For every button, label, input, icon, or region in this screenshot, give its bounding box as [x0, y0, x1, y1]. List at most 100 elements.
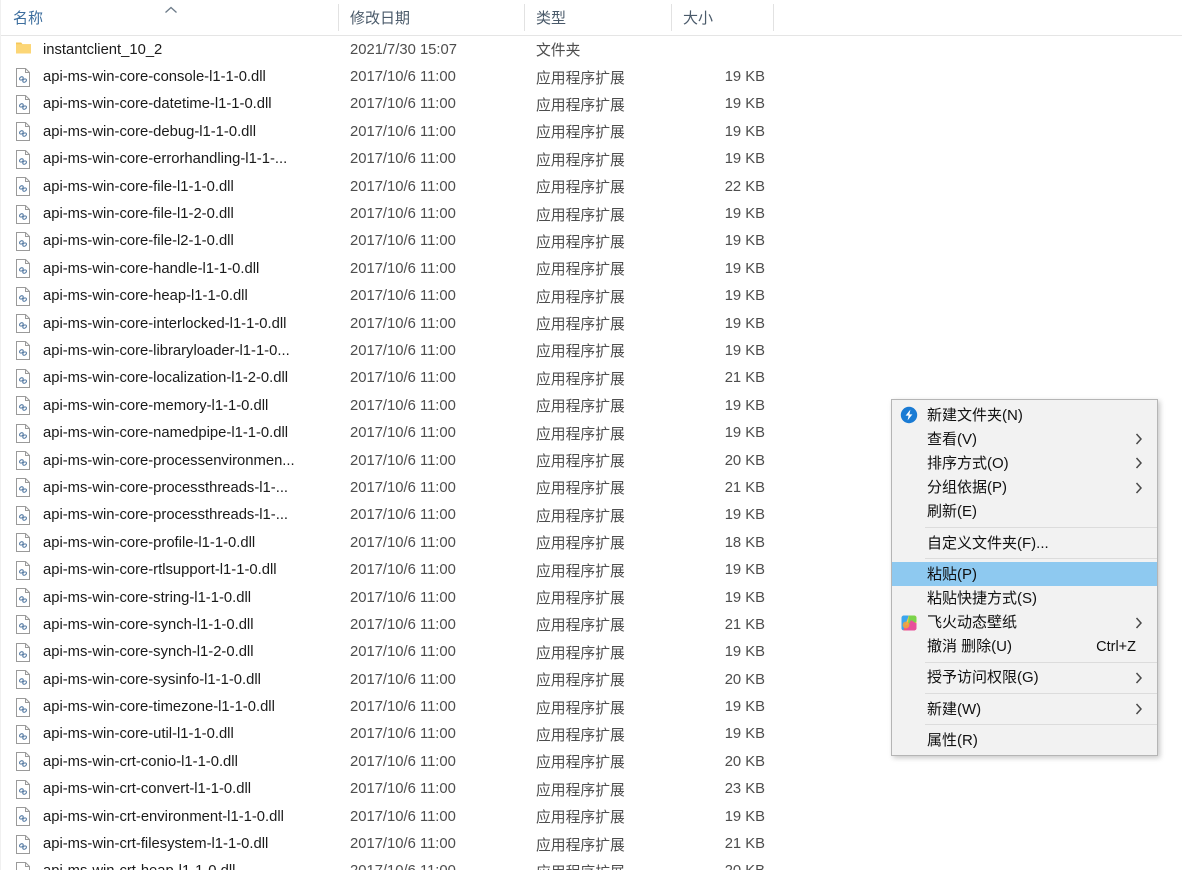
file-size-cell: 19 KB: [724, 342, 765, 359]
file-modified-cell: 2017/10/6 11:00: [350, 342, 456, 359]
file-size-cell: 20 KB: [724, 753, 765, 770]
file-name-cell[interactable]: api-ms-win-core-sysinfo-l1-1-0.dll: [15, 666, 335, 693]
column-header-modified[interactable]: 修改日期: [338, 0, 524, 35]
context-menu-item[interactable]: 排序方式(O): [892, 451, 1157, 475]
context-menu[interactable]: 新建文件夹(N) 查看(V) 排序方式(O) 分组依据(P) 刷新(E) 自定义文件夹(F…: [891, 399, 1158, 757]
file-size-cell: 22 KB: [724, 178, 765, 195]
file-size-cell: 21 KB: [724, 370, 765, 387]
file-row[interactable]: instantclient_10_2 2021/7/30 15:07 文件夹: [1, 36, 1182, 63]
file-size-cell: 23 KB: [724, 781, 765, 798]
file-name-label: api-ms-win-core-errorhandling-l1-1-...: [43, 151, 288, 168]
dll-file-icon: [15, 724, 32, 744]
context-menu-item[interactable]: 授予访问权限(G): [892, 666, 1157, 690]
file-name-cell[interactable]: api-ms-win-core-interlocked-l1-1-0.dll: [15, 310, 335, 337]
context-menu-item[interactable]: 属性(R): [892, 728, 1157, 752]
file-row[interactable]: api-ms-win-crt-filesystem-l1-1-0.dll 2017…: [1, 830, 1182, 857]
dll-file-icon: [15, 588, 32, 607]
file-name-cell[interactable]: api-ms-win-core-processenvironmen...: [15, 447, 335, 474]
file-name-cell[interactable]: api-ms-win-core-util-l1-1-0.dll: [15, 721, 335, 748]
context-menu-item[interactable]: 新建文件夹(N): [892, 403, 1157, 427]
file-name-cell[interactable]: api-ms-win-core-handle-l1-1-0.dll: [15, 255, 335, 282]
file-name-cell[interactable]: api-ms-win-crt-convert-l1-1-0.dll: [15, 776, 335, 803]
file-name-cell[interactable]: api-ms-win-core-rtlsupport-l1-1-0.dll: [15, 556, 335, 583]
file-row[interactable]: api-ms-win-core-heap-l1-1-0.dll 2017/10/6…: [1, 283, 1182, 310]
file-modified-cell: 2017/10/6 11:00: [350, 479, 456, 496]
file-name-label: api-ms-win-crt-filesystem-l1-1-0.dll: [43, 836, 269, 853]
file-row[interactable]: api-ms-win-core-localization-l1-2-0.dll 2…: [1, 365, 1182, 392]
context-menu-item[interactable]: 刷新(E): [892, 500, 1157, 524]
file-row[interactable]: api-ms-win-core-interlocked-l1-1-0.dll 20…: [1, 310, 1182, 337]
file-size-cell: 19 KB: [724, 507, 765, 524]
file-modified-cell: 2017/10/6 11:00: [350, 836, 456, 853]
file-row[interactable]: api-ms-win-core-file-l1-2-0.dll 2017/10/6…: [1, 200, 1182, 227]
file-modified-cell: 2017/10/6 11:00: [350, 206, 456, 223]
file-name-label: api-ms-win-core-processthreads-l1-...: [43, 507, 289, 524]
dll-file-icon: [15, 423, 32, 443]
context-menu-item-label: 排序方式(O): [927, 454, 1009, 472]
file-row[interactable]: api-ms-win-core-file-l1-1-0.dll 2017/10/6…: [1, 173, 1182, 200]
file-name-label: instantclient_10_2: [43, 41, 163, 58]
context-menu-item[interactable]: 查看(V): [892, 427, 1157, 451]
file-size-cell: 18 KB: [724, 534, 765, 551]
file-row[interactable]: api-ms-win-crt-environment-l1-1-0.dll 201…: [1, 803, 1182, 830]
file-name-cell[interactable]: api-ms-win-core-file-l1-1-0.dll: [15, 173, 335, 200]
file-name-cell[interactable]: instantclient_10_2: [15, 36, 335, 63]
context-menu-item[interactable]: 粘贴(P): [892, 562, 1157, 587]
file-name-cell[interactable]: api-ms-win-crt-environment-l1-1-0.dll: [15, 803, 335, 830]
context-menu-item-label: 属性(R): [927, 731, 978, 749]
file-modified-cell: 2017/10/6 11:00: [350, 260, 456, 277]
file-name-cell[interactable]: api-ms-win-core-debug-l1-1-0.dll: [15, 118, 335, 145]
context-menu-item[interactable]: 飞火动态壁纸: [892, 611, 1157, 635]
context-menu-item[interactable]: 自定义文件夹(F)...: [892, 531, 1157, 555]
file-name-cell[interactable]: api-ms-win-core-synch-l1-1-0.dll: [15, 611, 335, 638]
column-header-type[interactable]: 类型: [524, 0, 671, 35]
file-row[interactable]: api-ms-win-core-errorhandling-l1-1-... 20…: [1, 146, 1182, 173]
file-name-cell[interactable]: api-ms-win-core-profile-l1-1-0.dll: [15, 529, 335, 556]
column-header-size[interactable]: 大小: [671, 0, 773, 35]
context-menu-item[interactable]: 粘贴快捷方式(S): [892, 586, 1157, 610]
file-name-label: api-ms-win-core-rtlsupport-l1-1-0.dll: [43, 562, 277, 579]
file-name-cell[interactable]: api-ms-win-core-string-l1-1-0.dll: [15, 584, 335, 611]
file-name-cell[interactable]: api-ms-win-core-datetime-l1-1-0.dll: [15, 91, 335, 118]
file-name-cell[interactable]: api-ms-win-core-localization-l1-2-0.dll: [15, 365, 335, 392]
file-name-cell[interactable]: api-ms-win-core-heap-l1-1-0.dll: [15, 283, 335, 310]
file-name-cell[interactable]: api-ms-win-core-processthreads-l1-...: [15, 502, 335, 529]
context-menu-item[interactable]: 分组依据(P): [892, 476, 1157, 500]
file-row[interactable]: api-ms-win-core-datetime-l1-1-0.dll 2017/…: [1, 91, 1182, 118]
file-name-cell[interactable]: api-ms-win-core-file-l2-1-0.dll: [15, 228, 335, 255]
dll-file-icon: [15, 231, 32, 251]
context-menu-item[interactable]: 新建(W): [892, 697, 1157, 721]
file-name-cell[interactable]: api-ms-win-core-console-l1-1-0.dll: [15, 63, 335, 90]
file-row[interactable]: api-ms-win-core-libraryloader-l1-1-0... 2…: [1, 337, 1182, 364]
dll-file-icon: [15, 286, 32, 306]
file-modified-cell: 2017/10/6 11:00: [350, 507, 456, 524]
file-name-label: api-ms-win-core-memory-l1-1-0.dll: [43, 397, 269, 414]
file-row[interactable]: api-ms-win-core-file-l2-1-0.dll 2017/10/6…: [1, 228, 1182, 255]
file-row[interactable]: api-ms-win-core-debug-l1-1-0.dll 2017/10/…: [1, 118, 1182, 145]
file-name-cell[interactable]: api-ms-win-core-errorhandling-l1-1-...: [15, 146, 335, 173]
file-name-cell[interactable]: api-ms-win-core-file-l1-2-0.dll: [15, 200, 335, 227]
file-name-cell[interactable]: api-ms-win-crt-conio-l1-1-0.dll: [15, 748, 335, 775]
file-name-cell[interactable]: api-ms-win-core-synch-l1-2-0.dll: [15, 639, 335, 666]
file-row[interactable]: api-ms-win-crt-heap-l1-1-0.dll 2017/10/6 …: [1, 858, 1182, 870]
chevron-right-icon: [1135, 703, 1143, 715]
file-name-label: api-ms-win-core-heap-l1-1-0.dll: [43, 288, 248, 305]
file-row[interactable]: api-ms-win-core-console-l1-1-0.dll 2017/1…: [1, 63, 1182, 90]
file-name-cell[interactable]: api-ms-win-core-namedpipe-l1-1-0.dll: [15, 419, 335, 446]
dll-file-icon: [15, 615, 32, 635]
file-name-cell[interactable]: api-ms-win-core-libraryloader-l1-1-0...: [15, 337, 335, 364]
file-name-cell[interactable]: api-ms-win-crt-heap-l1-1-0.dll: [15, 858, 335, 870]
file-name-cell[interactable]: api-ms-win-core-processthreads-l1-...: [15, 474, 335, 501]
file-size-cell: 19 KB: [724, 644, 765, 661]
file-name-cell[interactable]: api-ms-win-core-memory-l1-1-0.dll: [15, 392, 335, 419]
file-name-cell[interactable]: api-ms-win-crt-filesystem-l1-1-0.dll: [15, 830, 335, 857]
file-row[interactable]: api-ms-win-crt-convert-l1-1-0.dll 2017/10…: [1, 776, 1182, 803]
column-header-modified-label: 修改日期: [350, 10, 411, 27]
file-name-label: api-ms-win-core-console-l1-1-0.dll: [43, 69, 266, 86]
column-divider-4[interactable]: [773, 4, 774, 31]
dll-file-icon: [15, 478, 32, 498]
file-name-cell[interactable]: api-ms-win-core-timezone-l1-1-0.dll: [15, 693, 335, 720]
file-size-cell: 19 KB: [724, 69, 765, 86]
file-row[interactable]: api-ms-win-core-handle-l1-1-0.dll 2017/10…: [1, 255, 1182, 282]
context-menu-item[interactable]: 撤消 删除(U) Ctrl+Z: [892, 635, 1157, 659]
